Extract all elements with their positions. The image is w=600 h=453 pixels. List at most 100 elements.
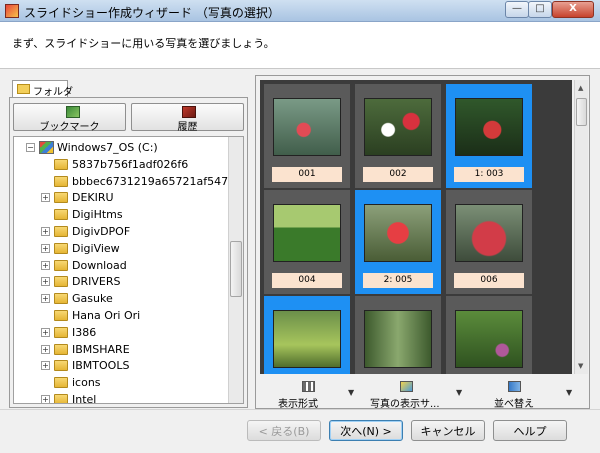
tree-item-label: IBMSHARE <box>72 342 130 356</box>
folder-icon <box>54 192 68 204</box>
tree-expander-icon[interactable]: + <box>41 344 50 354</box>
tree-expander-icon[interactable]: + <box>41 193 50 203</box>
drive-icon <box>39 141 54 154</box>
folder-icon <box>54 209 68 221</box>
grid-view-icon <box>302 381 315 392</box>
dropdown-arrow-icon[interactable]: ▼ <box>566 388 572 397</box>
tree-expander-icon[interactable]: + <box>41 227 50 236</box>
photo-thumbnail[interactable]: 001 <box>264 84 350 188</box>
folder-icon <box>54 242 68 254</box>
photo-image <box>273 204 341 262</box>
tree-item-label: Windows7_OS (C:) <box>57 141 158 154</box>
next-button[interactable]: 次へ(N) > <box>329 420 403 441</box>
tree-item-label: Hana Ori Ori <box>72 309 141 322</box>
display-format-button[interactable]: 表示形式 ▼ <box>272 379 362 410</box>
photo-grid[interactable]: 001 002 1: 003 004 2: 005 006 <box>260 80 572 374</box>
photo-image <box>364 204 432 262</box>
scroll-down-icon[interactable]: ▼ <box>578 362 583 370</box>
photo-caption: 006 <box>454 273 524 288</box>
tree-scrollbar-thumb[interactable] <box>230 241 242 297</box>
history-icon <box>182 106 196 118</box>
bookmark-button[interactable]: ブックマーク <box>13 103 126 133</box>
tree-item-label: Gasuke <box>72 292 113 306</box>
tree-item-label: Intel <box>72 393 97 404</box>
display-format-label: 表示形式 <box>278 399 318 410</box>
photo-thumbnail[interactable]: 004 <box>264 190 350 294</box>
tree-item-label: icons <box>72 376 101 390</box>
folder-icon <box>54 310 68 321</box>
wizard-window: スライドショー作成ウィザード （写真の選択） — □ X まず、スライドショーに… <box>0 0 600 453</box>
folder-icon <box>54 293 68 305</box>
instruction-header: まず、スライドショーに用いる写真を選びましょう。 <box>0 22 600 69</box>
photo-caption: 001 <box>272 167 342 182</box>
tree-item-label: DigivDPOF <box>72 225 131 238</box>
folder-icon <box>54 158 68 170</box>
tree-item-label: 5837b756f1adf026f6 <box>72 157 189 171</box>
sort-label: 並べ替え <box>494 399 534 410</box>
photo-display-size-button[interactable]: 写真の表示サ... ▼ <box>364 379 474 410</box>
folder-panel: ブックマーク 履歴 − Windows7_OS (C:) 5837b756f1adf… <box>9 97 248 408</box>
tree-expander-icon[interactable]: + <box>41 361 50 371</box>
tree-expander-icon[interactable]: + <box>41 260 50 270</box>
app-icon <box>5 4 19 18</box>
tree-expander-icon[interactable]: + <box>41 243 50 253</box>
photo-image <box>364 310 432 368</box>
maximize-button[interactable]: □ <box>528 1 552 18</box>
sort-button[interactable]: 並べ替え ▼ <box>478 379 588 410</box>
tree-scrollbar[interactable] <box>228 137 243 403</box>
back-button[interactable]: < 戻る(B) <box>247 420 321 441</box>
photo-thumbnail[interactable]: 006 <box>446 190 532 294</box>
photo-grid-scrollbar-thumb[interactable] <box>576 98 587 126</box>
tree-item-label: I386 <box>72 325 97 339</box>
photo-thumbnail[interactable]: 002 <box>355 84 441 188</box>
tree-expander-icon[interactable]: − <box>26 143 35 152</box>
photo-thumbnail[interactable]: 2: 005 <box>355 190 441 294</box>
tab-folder[interactable]: フォルダ <box>12 80 73 98</box>
folder-tree[interactable]: − Windows7_OS (C:) 5837b756f1adf026f6 bbbec… <box>13 136 244 404</box>
tab-folder-label: フォルダ <box>33 87 73 98</box>
photo-image <box>273 98 341 156</box>
help-button[interactable]: ヘルプ <box>493 420 567 441</box>
photo-image <box>455 204 523 262</box>
photo-size-icon <box>400 381 413 392</box>
minimize-button[interactable]: — <box>505 1 529 18</box>
tree-expander-icon[interactable]: + <box>41 327 50 337</box>
photo-thumbnail[interactable] <box>446 296 532 374</box>
folder-icon <box>54 326 68 338</box>
photo-caption: 1: 003 <box>454 167 524 182</box>
tree-item-label: DRIVERS <box>72 275 121 289</box>
title-bar[interactable]: スライドショー作成ウィザード （写真の選択） — □ X <box>0 0 600 22</box>
folder-icon <box>54 394 68 403</box>
bookmark-label: ブックマーク <box>39 122 100 133</box>
photo-thumbnail[interactable]: 1: 003 <box>446 84 532 188</box>
photo-display-label: 写真の表示サ... <box>370 399 440 410</box>
photo-caption: 2: 005 <box>363 273 433 288</box>
folder-icon <box>54 226 68 237</box>
photo-image <box>273 310 341 368</box>
dropdown-arrow-icon[interactable]: ▼ <box>456 388 462 397</box>
close-button[interactable]: X <box>552 1 594 18</box>
scroll-up-icon[interactable]: ▲ <box>578 84 583 92</box>
dropdown-arrow-icon[interactable]: ▼ <box>348 388 354 397</box>
tree-item-label: IBMTOOLS <box>72 359 130 373</box>
cancel-button[interactable]: キャンセル <box>411 420 485 441</box>
tree-item-label: DigiHtms <box>72 208 123 222</box>
tree-expander-icon[interactable]: + <box>41 277 50 287</box>
photo-grid-scrollbar[interactable]: ▲ ▼ <box>574 80 588 374</box>
photo-image <box>455 310 523 368</box>
photo-thumbnail[interactable] <box>264 296 350 374</box>
window-title: スライドショー作成ウィザード （写真の選択） <box>24 6 280 20</box>
history-button[interactable]: 履歴 <box>131 103 244 133</box>
photo-thumbnail[interactable] <box>355 296 441 374</box>
tree-item-label: Download <box>72 258 127 272</box>
wizard-footer: < 戻る(B) 次へ(N) > キャンセル ヘルプ <box>0 409 600 453</box>
sort-icon <box>508 381 521 392</box>
tree-expander-icon[interactable]: + <box>41 294 50 304</box>
folder-icon <box>54 276 68 288</box>
folder-icon <box>54 360 68 372</box>
tree-expander-icon[interactable]: + <box>41 395 50 403</box>
photo-panel: 001 002 1: 003 004 2: 005 006 ▲ ▼ 表示形式 ▼ 写真の表… <box>255 75 590 410</box>
photo-caption: 004 <box>272 273 342 288</box>
tree-item-label: DEKIRU <box>72 191 114 205</box>
history-label: 履歴 <box>177 122 198 133</box>
